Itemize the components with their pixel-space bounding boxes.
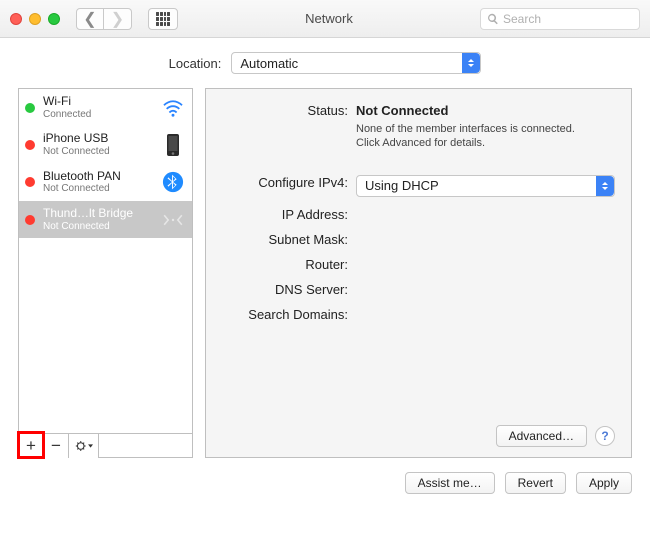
zoom-window-button[interactable] (48, 13, 60, 25)
iface-name: Bluetooth PAN (43, 170, 152, 184)
sidebar-item-thunderbolt-bridge[interactable]: Thund…lt Bridge Not Connected (19, 201, 192, 238)
remove-interface-button[interactable]: − (44, 434, 69, 458)
search-placeholder: Search (503, 12, 541, 26)
configure-ipv4-label: Configure IPv4: (216, 175, 356, 197)
apply-button[interactable]: Apply (576, 472, 632, 494)
chevron-double-icon (596, 176, 614, 196)
dns-value (356, 282, 615, 297)
interfaces-list: Wi-Fi Connected iPhone USB Not Connected (19, 89, 192, 433)
status-label: Status: (216, 103, 356, 151)
search-icon (487, 13, 499, 25)
router-label: Router: (216, 257, 356, 272)
status-dot (25, 103, 35, 113)
iface-name: iPhone USB (43, 132, 152, 146)
status-hint: None of the member interfaces is connect… (356, 122, 615, 151)
gear-icon (75, 439, 93, 453)
domains-value (356, 307, 615, 322)
detail-pane: Status: Not Connected None of the member… (205, 88, 632, 458)
status-dot (25, 177, 35, 187)
sidebar-item-bluetooth-pan[interactable]: Bluetooth PAN Not Connected (19, 164, 192, 201)
close-window-button[interactable] (10, 13, 22, 25)
location-select[interactable]: Automatic (231, 52, 481, 74)
forward-button: ❯ (104, 8, 132, 30)
thunderbolt-bridge-icon (160, 210, 186, 230)
iface-status: Not Connected (43, 146, 152, 158)
phone-icon (160, 133, 186, 157)
interface-actions-menu-button[interactable] (69, 434, 99, 458)
assist-me-button[interactable]: Assist me… (405, 472, 495, 494)
domains-label: Search Domains: (216, 307, 356, 322)
status-dot (25, 140, 35, 150)
iface-name: Thund…lt Bridge (43, 207, 152, 221)
configure-ipv4-select[interactable]: Using DHCP (356, 175, 615, 197)
iface-status: Connected (43, 109, 152, 121)
iface-status: Not Connected (43, 221, 152, 233)
chevron-double-icon (462, 53, 480, 73)
show-all-prefs-button[interactable] (148, 8, 178, 30)
iface-name: Wi-Fi (43, 95, 152, 109)
location-value: Automatic (240, 56, 298, 71)
revert-button[interactable]: Revert (505, 472, 566, 494)
traffic-lights (10, 13, 60, 25)
titlebar: ❮ ❯ Network Search (0, 0, 650, 38)
status-dot (25, 215, 35, 225)
grid-icon (156, 12, 170, 26)
iface-status: Not Connected (43, 183, 152, 195)
advanced-button[interactable]: Advanced… (496, 425, 587, 447)
nav-buttons: ❮ ❯ (76, 8, 132, 30)
back-button[interactable]: ❮ (76, 8, 104, 30)
minimize-window-button[interactable] (29, 13, 41, 25)
sidebar-toolbar: + − (19, 433, 192, 457)
sidebar-item-wifi[interactable]: Wi-Fi Connected (19, 89, 192, 126)
interfaces-sidebar: Wi-Fi Connected iPhone USB Not Connected (18, 88, 193, 458)
configure-ipv4-value: Using DHCP (365, 178, 439, 193)
wifi-icon (160, 99, 186, 117)
location-row: Location: Automatic (18, 52, 632, 74)
window-title: Network (186, 11, 472, 26)
footer-buttons: Assist me… Revert Apply (0, 458, 650, 508)
location-label: Location: (169, 56, 222, 71)
sidebar-item-iphone-usb[interactable]: iPhone USB Not Connected (19, 126, 192, 163)
search-field[interactable]: Search (480, 8, 640, 30)
ip-value (356, 207, 615, 222)
dns-label: DNS Server: (216, 282, 356, 297)
router-value (356, 257, 615, 272)
help-button[interactable]: ? (595, 426, 615, 446)
status-value: Not Connected None of the member interfa… (356, 103, 615, 151)
subnet-value (356, 232, 615, 247)
add-interface-button[interactable]: + (19, 434, 44, 458)
ip-label: IP Address: (216, 207, 356, 222)
bluetooth-icon (160, 171, 186, 193)
subnet-label: Subnet Mask: (216, 232, 356, 247)
